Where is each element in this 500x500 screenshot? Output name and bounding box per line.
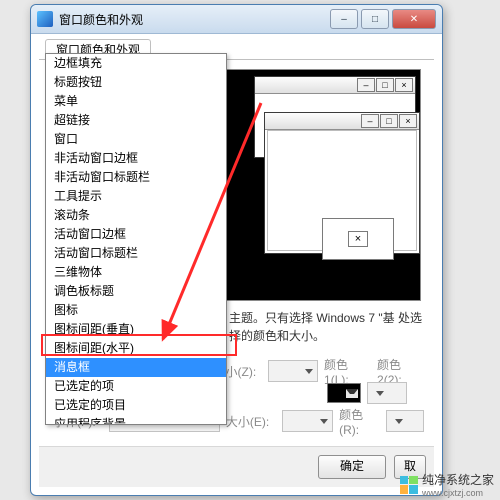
watermark-brand: 纯净系统之家 [422,471,494,488]
dropdown-item[interactable]: 应用程序背景 [46,415,226,425]
dropdown-item[interactable]: 已选定的项目 [46,396,226,415]
dropdown-item[interactable]: 边框填充 [46,54,226,73]
maximize-button[interactable]: □ [361,9,389,29]
dropdown-item[interactable]: 非活动窗口边框 [46,149,226,168]
dropdown-item[interactable]: 调色板标题 [46,282,226,301]
dropdown-item[interactable]: 已选定的项 [46,377,226,396]
dropdown-item[interactable]: 活动窗口标题栏 [46,244,226,263]
chevron-down-icon [305,369,313,374]
dropdown-item[interactable]: 三维物体 [46,263,226,282]
color1-picker[interactable] [327,383,361,403]
preview-message-box: × [322,218,394,260]
dropdown-item[interactable]: 图标间距(垂直) [46,320,226,339]
chevron-down-icon [395,419,403,424]
fsize-select [282,410,333,432]
app-icon [37,11,53,27]
fcolor-label: 颜色(R): [339,406,380,437]
color1-label: 颜色 1(L): [324,356,371,387]
close-button[interactable]: ✕ [392,9,436,29]
dialog-button-bar: 确定 取 [39,446,434,487]
dropdown-item[interactable]: 超链接 [46,111,226,130]
item-dropdown-open[interactable]: 边框填充标题按钮菜单超链接窗口非活动窗口边框非活动窗口标题栏工具提示滚动条活动窗… [45,53,227,425]
client-area: 窗口颜色和外观 –□× –□× × 边框填充标题按钮菜单超链接窗口非活动窗口边框… [39,39,434,487]
window-color-appearance-dialog: 窗口颜色和外观 – □ ✕ 窗口颜色和外观 –□× –□× × 边框填充标题按钮… [30,4,443,496]
watermark: 纯净系统之家 www.cjxtzj.com [400,471,494,498]
dropdown-item[interactable]: 窗口 [46,130,226,149]
fcolor-picker [386,410,424,432]
chevron-down-icon [376,391,384,396]
dropdown-item[interactable]: 消息框 [46,358,226,377]
dropdown-item[interactable]: 菜单 [46,92,226,111]
preview-msg-close-icon: × [348,231,368,247]
dropdown-item[interactable]: 标题按钮 [46,73,226,92]
color2-picker [367,382,407,404]
fsize-label: 大小(E): [226,413,276,430]
dropdown-item[interactable]: 工具提示 [46,187,226,206]
chevron-down-icon [320,419,328,424]
window-title: 窗口颜色和外观 [59,11,330,28]
dropdown-item[interactable]: 活动窗口边框 [46,225,226,244]
dropdown-item[interactable]: 非活动窗口标题栏 [46,168,226,187]
dropdown-item[interactable]: 图标 [46,301,226,320]
watermark-url: www.cjxtzj.com [422,488,494,498]
size-spinner [268,360,318,382]
ok-button[interactable]: 确定 [318,455,386,479]
chevron-down-icon [346,389,358,398]
watermark-logo-icon [400,476,418,494]
titlebar[interactable]: 窗口颜色和外观 – □ ✕ [31,5,442,34]
dropdown-item[interactable]: 滚动条 [46,206,226,225]
minimize-button[interactable]: – [330,9,358,29]
dropdown-item[interactable]: 图标间距(水平) [46,339,226,358]
description-text: 主题。只有选择 Windows 7 "基 处选择的颜色和大小。 [229,309,429,345]
